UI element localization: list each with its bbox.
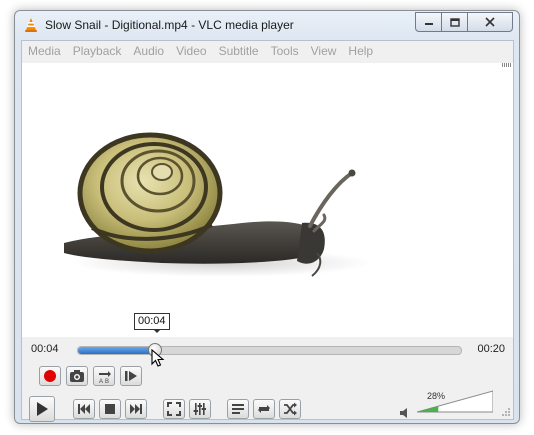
video-area[interactable]: 00:04 (22, 63, 513, 337)
svg-text:A: A (99, 379, 103, 384)
loop-ab-icon: AB (99, 371, 111, 384)
time-tooltip: 00:04 (134, 313, 170, 330)
client-area: Media Playback Audio Video Subtitle Tool… (21, 40, 514, 422)
playlist-icon (232, 404, 244, 414)
window-title: Slow Snail - Digitional.mp4 - VLC media … (45, 18, 294, 32)
maximize-icon (449, 17, 460, 27)
seek-bar[interactable] (77, 343, 462, 357)
record-icon (44, 370, 56, 382)
equalizer-icon (193, 403, 206, 415)
seek-row: 00:04 00:20 (22, 339, 513, 359)
fullscreen-icon (167, 402, 181, 416)
extended-settings-button[interactable] (189, 399, 211, 419)
previous-icon (78, 404, 90, 414)
menu-view[interactable]: View (305, 41, 343, 61)
minimize-icon (424, 23, 433, 25)
elapsed-time: 00:04 (31, 343, 59, 355)
record-button[interactable] (39, 366, 61, 386)
close-icon (485, 17, 495, 27)
svg-text:B: B (105, 379, 109, 384)
speaker-icon[interactable] (399, 407, 411, 419)
menu-playback[interactable]: Playback (67, 41, 128, 61)
title-bar[interactable]: Slow Snail - Digitional.mp4 - VLC media … (15, 11, 519, 39)
previous-button[interactable] (73, 399, 95, 419)
mouse-cursor-icon (151, 349, 165, 367)
frame-step-icon (125, 371, 137, 381)
menu-help[interactable]: Help (342, 41, 379, 61)
total-time: 00:20 (477, 343, 505, 355)
play-icon (37, 402, 48, 416)
menu-media[interactable]: Media (22, 41, 67, 61)
close-button[interactable] (468, 12, 513, 32)
maximize-button[interactable] (442, 12, 468, 32)
loop-icon (258, 405, 270, 413)
menu-bar: Media Playback Audio Video Subtitle Tool… (22, 41, 513, 61)
play-button[interactable] (29, 396, 55, 422)
vlc-window: Slow Snail - Digitional.mp4 - VLC media … (14, 10, 520, 424)
next-icon (130, 404, 142, 414)
volume-percent: 28% (427, 391, 446, 401)
snail-video-frame (64, 132, 372, 277)
menu-subtitle[interactable]: Subtitle (213, 41, 265, 61)
next-button[interactable] (125, 399, 147, 419)
vlc-cone-icon (25, 18, 37, 32)
menu-audio[interactable]: Audio (127, 41, 170, 61)
playlist-button[interactable] (227, 399, 249, 419)
stop-icon (105, 404, 115, 414)
seek-progress (78, 347, 155, 354)
loop-ab-button[interactable]: AB (93, 366, 115, 386)
camera-icon (70, 370, 84, 382)
shuffle-button[interactable] (279, 399, 301, 419)
resize-grip-icon[interactable] (501, 407, 511, 417)
snapshot-button[interactable] (66, 366, 88, 386)
caption-buttons (415, 12, 513, 32)
menu-video[interactable]: Video (170, 41, 212, 61)
frame-by-frame-button[interactable] (120, 366, 142, 386)
minimize-button[interactable] (415, 12, 442, 32)
fullscreen-button[interactable] (163, 399, 185, 419)
shuffle-icon (284, 402, 297, 416)
video-resize-marker (502, 63, 512, 67)
stop-button[interactable] (99, 399, 121, 419)
menu-tools[interactable]: Tools (265, 41, 305, 61)
loop-button[interactable] (253, 399, 275, 419)
